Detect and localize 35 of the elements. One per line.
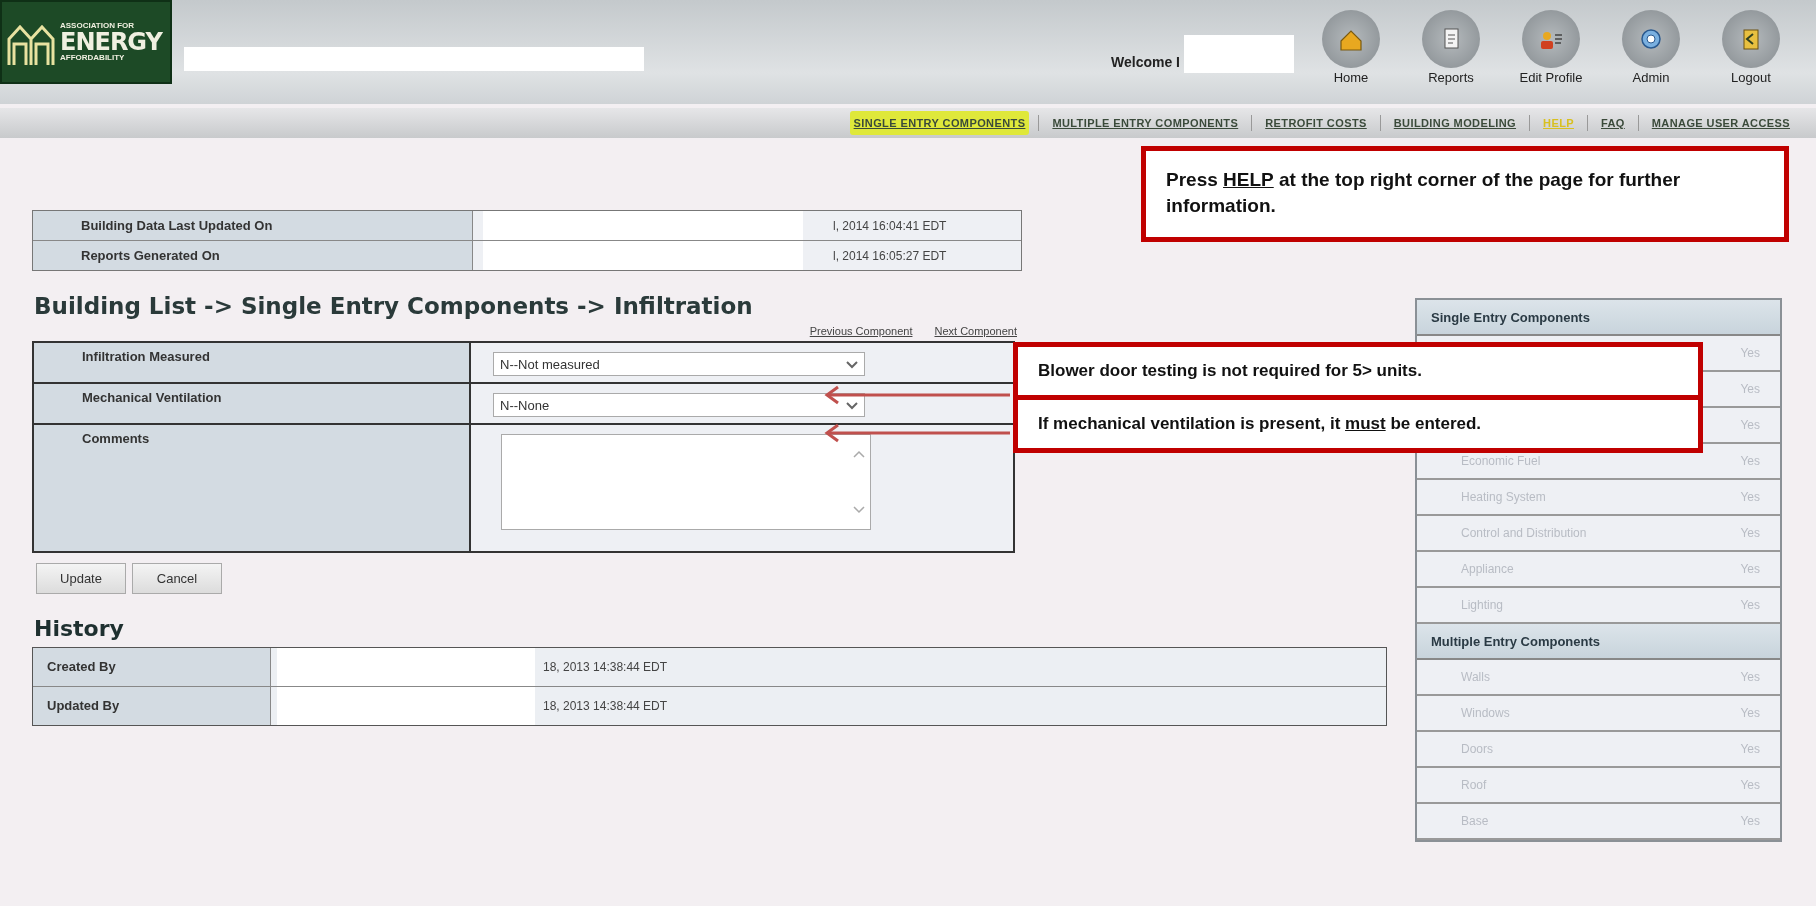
- dropdown[interactable]: N--None: [493, 393, 865, 417]
- date-text: 18, 2013 14:38:44 EDT: [543, 699, 668, 713]
- welcome-text: Welcome I: [1111, 54, 1180, 70]
- component-link[interactable]: Previous Component: [809, 325, 913, 337]
- table-cell: Mechanical Ventilation: [34, 384, 471, 423]
- table-cell: Reports Generated On: [33, 241, 473, 270]
- nav-tab[interactable]: SINGLE ENTRY COMPONENTS: [849, 111, 1030, 135]
- table-cell: Updated By: [33, 687, 271, 725]
- nav-tab[interactable]: MULTIPLE ENTRY COMPONENTS: [1048, 111, 1243, 135]
- list-header: Multiple Entry Components: [1417, 624, 1780, 660]
- logo-text-small: AFFORDABILITY: [60, 54, 126, 62]
- date-text: l, 2014 16:05:27 EDT: [833, 248, 947, 263]
- date-text: l, 2014 16:04:41 EDT: [833, 218, 947, 233]
- caret-icon: [846, 360, 858, 369]
- logo-text-small: ASSOCIATION FOR: [60, 22, 136, 30]
- table-cell: Created By: [33, 648, 271, 686]
- nav-tab[interactable]: MANAGE USER ACCESS: [1647, 111, 1794, 135]
- form-button[interactable]: Update: [36, 563, 126, 594]
- table-cell: Comments: [34, 425, 471, 551]
- table-cell: Building Data Last Updated On: [33, 211, 473, 240]
- caret-icon: [846, 401, 858, 410]
- section-heading: History: [34, 616, 125, 641]
- nav-tab[interactable]: RETROFIT COSTS: [1261, 111, 1371, 135]
- nav-tab[interactable]: BUILDING MODELING: [1389, 111, 1521, 135]
- date-text: 18, 2013 14:38:44 EDT: [543, 660, 668, 674]
- page-heading: Building List -> Single Entry Components -> Infiltration: [34, 293, 754, 319]
- table-cell: Infiltration Measured: [34, 343, 471, 382]
- component-link[interactable]: Next Component: [934, 325, 1017, 337]
- callout-note: Press HELP at the top right corner of the page for further information.: [1141, 146, 1789, 242]
- dropdown[interactable]: N--Not measured: [493, 352, 865, 376]
- list-header: Single Entry Components: [1417, 300, 1780, 336]
- nav-tab[interactable]: FAQ: [1597, 111, 1629, 135]
- form-button[interactable]: Cancel: [132, 563, 222, 594]
- logo-text-large: ENERGY: [60, 30, 162, 54]
- comments-field[interactable]: [501, 434, 871, 530]
